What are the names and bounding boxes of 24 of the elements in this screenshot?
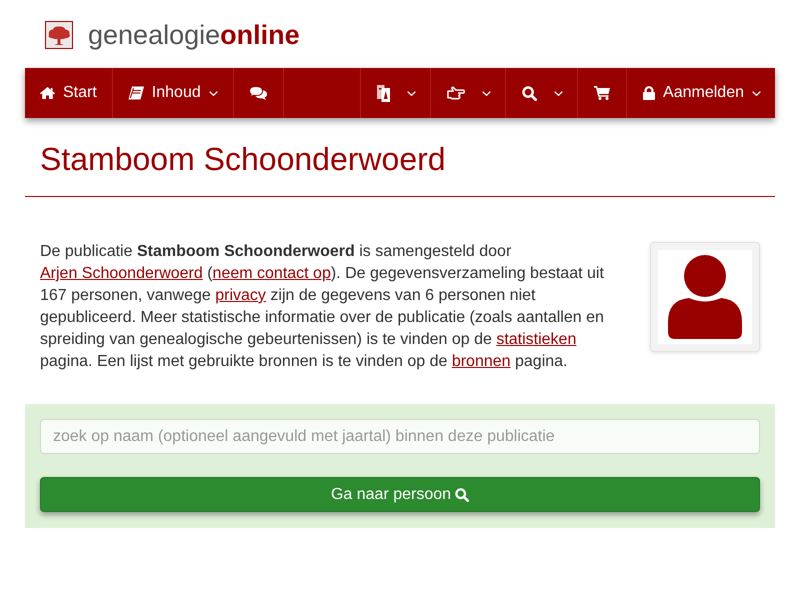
speech-bubbles-icon xyxy=(248,86,267,100)
person-silhouette-icon xyxy=(658,250,752,344)
book-icon xyxy=(128,86,144,100)
go-to-person-button[interactable]: Ga naar persoon xyxy=(40,477,760,512)
text-link[interactable]: bronnen xyxy=(452,353,511,370)
intro-paragraph: De publicatie Stamboom Schoonderwoerd is samengesteld door Arjen Schoonderwoerd (neem contact op). De gegevensverzameling bestaat uit 167 personen, vanwege privacy zijn de gegevens van 6 personen niet gepubliceerd. Meer statistische informatie over de publicatie (zoals aantallen en spreiding van genealogische gebeurtenissen) is te vinden op de statistieken pagina. Een lijst met gebruikte bronnen is te vinden op de bronnen pagina. xyxy=(40,242,605,372)
search-field[interactable]: zoek op naam (optioneel aangevuld met jaartal) binnen deze publicatie xyxy=(40,419,760,454)
text-link[interactable]: Arjen Schoonderwoerd xyxy=(40,265,203,282)
lock-icon xyxy=(643,86,656,100)
page-title: Stamboom Schoonderwoerd xyxy=(40,142,447,177)
text-link[interactable]: privacy xyxy=(215,287,266,304)
pointing-hand-icon xyxy=(447,86,466,100)
site-logo-text[interactable]: genealogieonline xyxy=(88,21,300,49)
nav-item[interactable]: Inhoud xyxy=(112,68,234,118)
language-pages-icon xyxy=(377,84,390,102)
search-icon xyxy=(522,86,538,100)
nav-item[interactable]: Start xyxy=(25,68,113,118)
text-link[interactable]: statistieken xyxy=(496,331,576,348)
search-icon xyxy=(455,488,470,502)
cart-icon xyxy=(594,86,610,100)
nav-item[interactable]: Aanmelden xyxy=(626,68,775,118)
home-icon xyxy=(40,87,55,99)
tree-logo-icon xyxy=(45,21,73,49)
text-link[interactable]: neem contact op xyxy=(212,265,331,282)
